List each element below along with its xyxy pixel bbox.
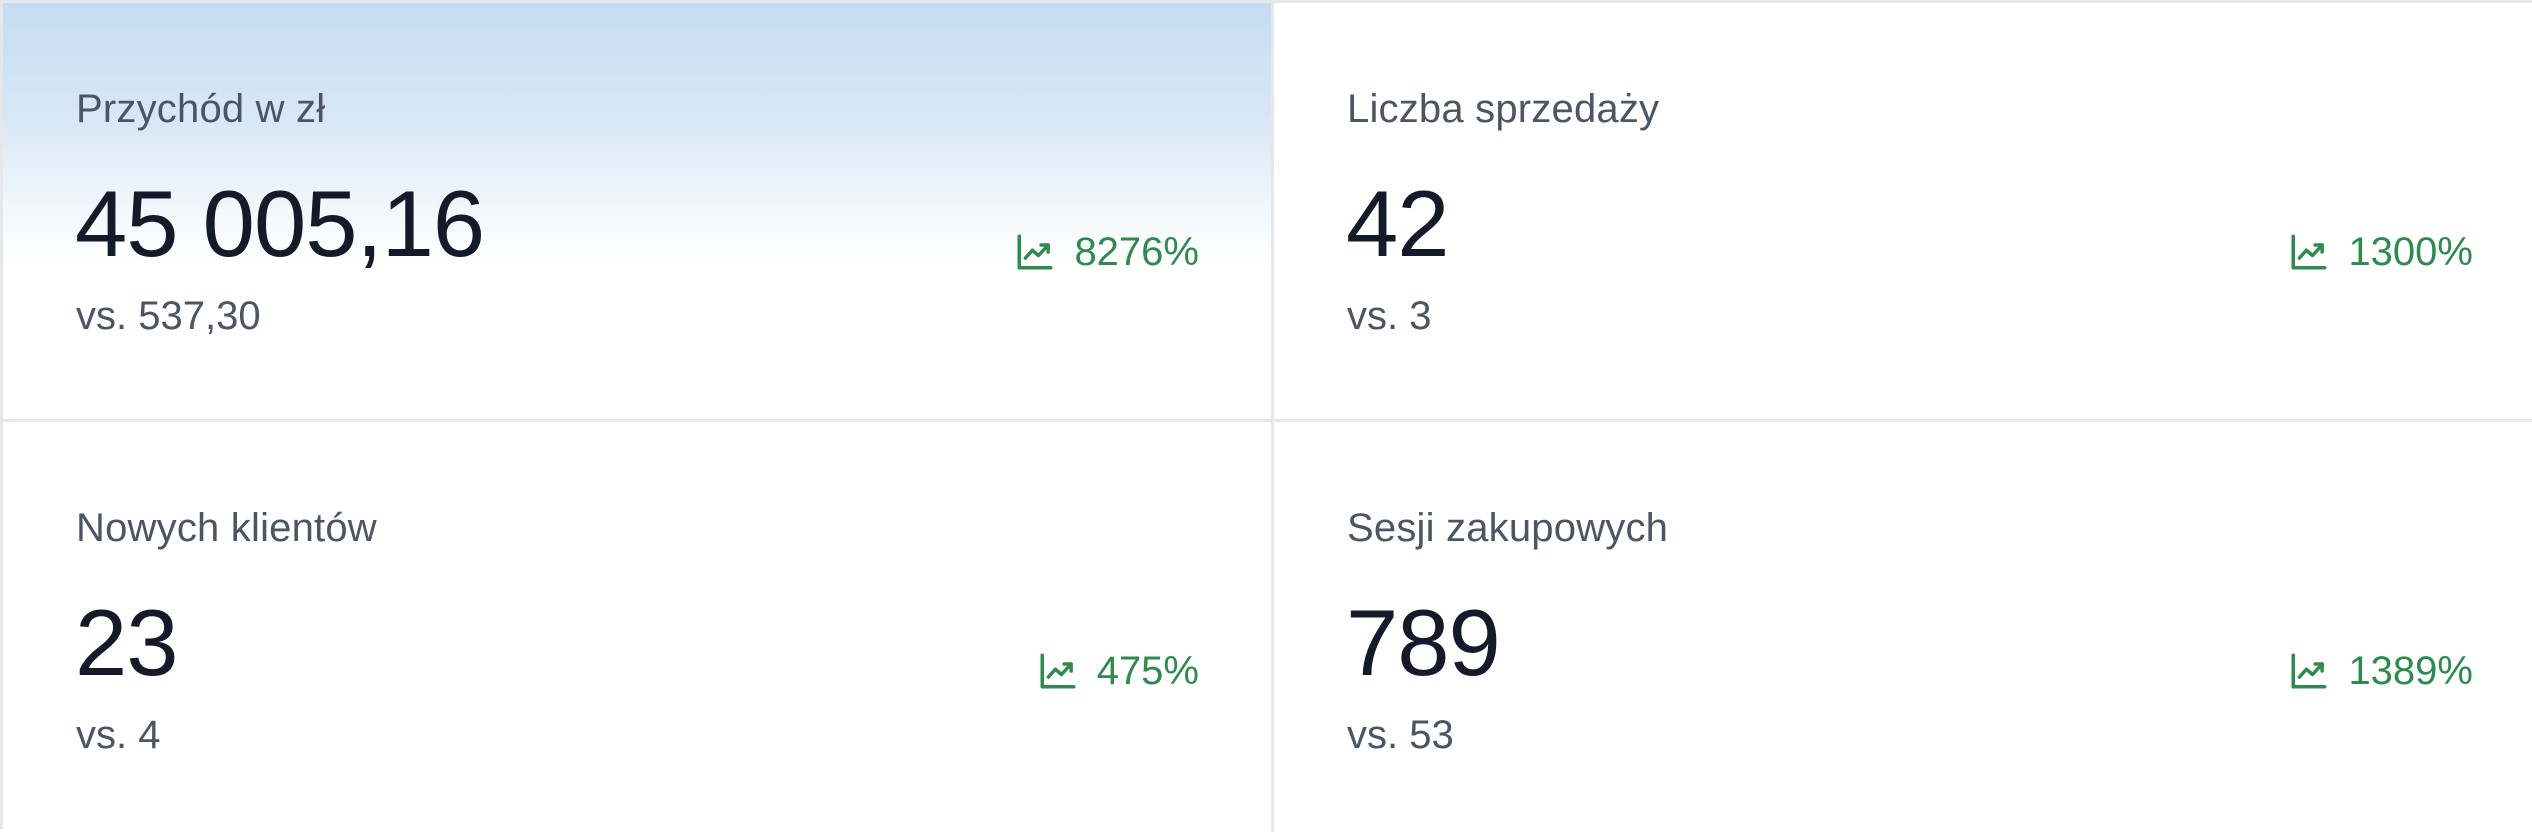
- stat-card-new-customers[interactable]: Nowych klientów 23 vs. 4 475%: [3, 422, 1274, 832]
- trending-up-icon: [2288, 231, 2330, 273]
- stat-label: Liczba sprzedaży: [1347, 87, 1660, 131]
- stat-value: 789: [1346, 590, 1501, 695]
- stat-label: Sesji zakupowych: [1347, 506, 1669, 550]
- stat-comparison: vs. 4: [76, 713, 161, 757]
- stat-value: 23: [75, 590, 179, 695]
- stat-card-revenue[interactable]: Przychód w zł 45 005,16 vs. 537,30 8276%: [3, 3, 1274, 422]
- stat-change-value: 1300%: [2348, 230, 2473, 274]
- stat-comparison: vs. 537,30: [76, 294, 261, 338]
- stat-change-value: 475%: [1096, 649, 1199, 693]
- trending-up-icon: [1037, 650, 1079, 692]
- stat-value: 45 005,16: [75, 171, 485, 276]
- stat-change-value: 8276%: [1074, 230, 1199, 274]
- stat-change: 1389%: [2288, 644, 2473, 698]
- trending-up-icon: [1014, 231, 1056, 273]
- stat-comparison: vs. 3: [1347, 294, 1432, 338]
- stat-change: 475%: [1037, 644, 1199, 698]
- stat-card-shopping-sessions[interactable]: Sesji zakupowych 789 vs. 53 1389%: [1274, 422, 2532, 832]
- stat-change: 1300%: [2288, 225, 2473, 279]
- stat-change-value: 1389%: [2348, 649, 2473, 693]
- stat-comparison: vs. 53: [1347, 713, 1454, 757]
- stat-label: Nowych klientów: [76, 506, 377, 550]
- stat-value: 42: [1346, 171, 1450, 276]
- stat-card-sales-count[interactable]: Liczba sprzedaży 42 vs. 3 1300%: [1274, 3, 2532, 422]
- stat-change: 8276%: [1014, 225, 1199, 279]
- trending-up-icon: [2288, 650, 2330, 692]
- stat-label: Przychód w zł: [76, 87, 326, 131]
- stats-grid: Przychód w zł 45 005,16 vs. 537,30 8276%…: [0, 0, 2532, 832]
